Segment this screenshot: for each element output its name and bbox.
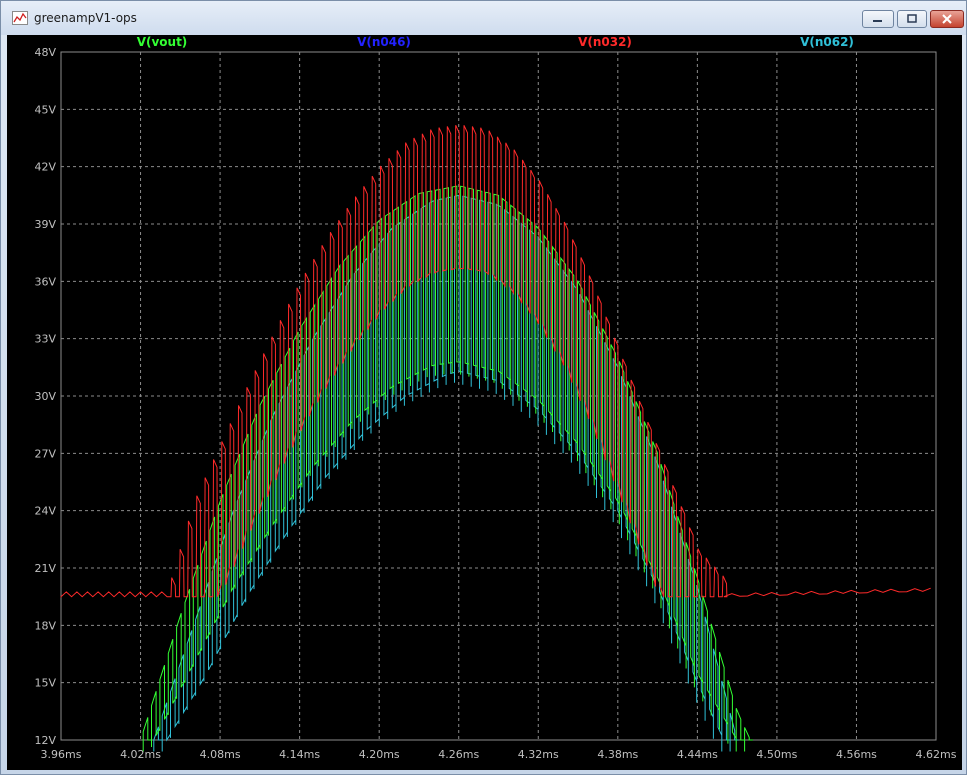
restore-button[interactable] bbox=[897, 10, 927, 28]
x-tick-label: 4.44ms bbox=[677, 748, 718, 761]
legend-entry[interactable]: V(n046) bbox=[357, 35, 411, 49]
plot-area[interactable]: 12V 15V 18V 21V 24V 27V 30V 33V 36V 39V 42V 45V 48V 3… bbox=[7, 35, 962, 770]
legend-entry[interactable]: V(n032) bbox=[578, 35, 632, 49]
y-tick-label: 21V bbox=[34, 562, 56, 575]
x-tick-label: 4.02ms bbox=[120, 748, 161, 761]
window-title: greenampV1-ops bbox=[34, 11, 137, 25]
y-tick-label: 33V bbox=[34, 333, 56, 346]
y-tick-label: 24V bbox=[34, 505, 56, 518]
y-tick-label: 18V bbox=[34, 619, 56, 632]
y-tick-label: 27V bbox=[34, 447, 56, 460]
y-tick-label: 12V bbox=[34, 734, 56, 747]
close-button[interactable] bbox=[930, 10, 964, 28]
x-tick-label: 4.56ms bbox=[836, 748, 877, 761]
trace-v-n062 bbox=[153, 194, 739, 752]
waveform-app-icon bbox=[12, 11, 28, 25]
trace-v-vout bbox=[142, 185, 753, 752]
x-tick-label: 4.26ms bbox=[438, 748, 479, 761]
x-tick-label: 4.38ms bbox=[597, 748, 638, 761]
y-tick-label: 45V bbox=[34, 103, 56, 116]
legend-entry[interactable]: V(vout) bbox=[137, 35, 188, 49]
minimize-icon bbox=[873, 20, 882, 22]
close-icon bbox=[942, 14, 952, 24]
waveform-chart[interactable]: 12V 15V 18V 21V 24V 27V 30V 33V 36V 39V 42V 45V 48V 3… bbox=[7, 35, 962, 770]
x-tick-label: 4.50ms bbox=[756, 748, 797, 761]
y-tick-label: 15V bbox=[34, 677, 56, 690]
x-tick-label: 4.14ms bbox=[279, 748, 320, 761]
restore-icon bbox=[907, 14, 917, 23]
x-tick-label: 4.62ms bbox=[916, 748, 957, 761]
waveform-window: greenampV1-ops 12V 15V 18V 21V 24V 27V 30V 33V 3… bbox=[0, 0, 967, 775]
x-tick-label: 3.96ms bbox=[41, 748, 82, 761]
y-tick-label: 30V bbox=[34, 390, 56, 403]
legend-entry[interactable]: V(n062) bbox=[800, 35, 854, 49]
x-tick-label: 4.20ms bbox=[359, 748, 400, 761]
x-tick-label: 4.32ms bbox=[518, 748, 559, 761]
y-tick-label: 48V bbox=[34, 46, 56, 59]
y-tick-label: 39V bbox=[34, 218, 56, 231]
y-tick-label: 36V bbox=[34, 275, 56, 288]
y-tick-label: 42V bbox=[34, 161, 56, 174]
minimize-button[interactable] bbox=[862, 10, 894, 28]
x-tick-label: 4.08ms bbox=[200, 748, 241, 761]
title-bar[interactable]: greenampV1-ops bbox=[1, 1, 966, 35]
